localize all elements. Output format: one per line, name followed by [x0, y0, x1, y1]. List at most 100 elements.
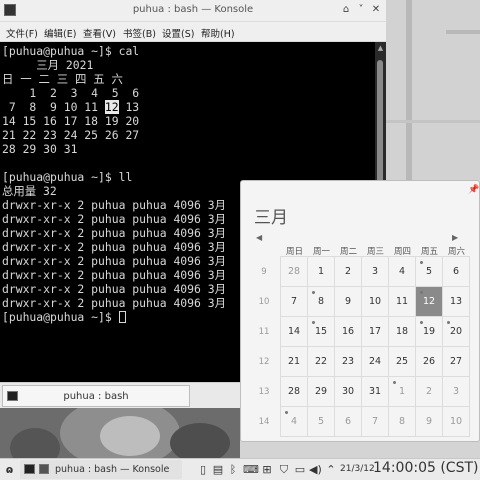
terminal-text: 13	[118, 100, 140, 114]
calendar-day[interactable]: 1	[389, 377, 416, 407]
calendar-day[interactable]: 2	[416, 377, 443, 407]
terminal-line: 28 29 30 31	[2, 142, 78, 156]
keyboard-icon[interactable]: ⌨	[243, 463, 259, 476]
day-number: 6	[344, 416, 352, 427]
tab-puhua-bash[interactable]: puhua : bash	[2, 385, 190, 407]
terminal-text: 7 8 9 10 11	[2, 100, 105, 114]
launcher-icon[interactable]: ɷ	[3, 463, 16, 476]
network-icon[interactable]: ⊞	[260, 463, 274, 476]
day-number: 14	[287, 326, 301, 337]
pin-icon[interactable]: 📌	[468, 185, 479, 195]
calendar-day[interactable]: 1	[308, 257, 335, 287]
minimize-button[interactable]: ˅	[355, 4, 367, 16]
calendar-day[interactable]: 10	[362, 287, 389, 317]
calendar-day[interactable]: 3	[443, 377, 470, 407]
weekday-label: 周一	[312, 247, 330, 257]
day-number: 12	[422, 296, 436, 307]
menu-view[interactable]: 查看(V)	[83, 26, 116, 40]
calendar-day[interactable]: 26	[416, 347, 443, 377]
event-dot-icon	[420, 321, 423, 324]
shield-icon[interactable]: ⛉	[278, 463, 290, 476]
calendar-day[interactable]: 5	[416, 257, 443, 287]
day-number: 2	[344, 266, 352, 277]
calendar-day[interactable]: 9	[416, 407, 443, 437]
calendar-day[interactable]: 28	[281, 377, 308, 407]
keep-above-icon[interactable]: ⌂	[340, 4, 352, 16]
next-month-icon[interactable]: ▶	[452, 233, 458, 242]
day-number: 4	[398, 266, 406, 277]
menu-edit[interactable]: 编辑(E)	[44, 26, 76, 40]
day-number: 23	[341, 356, 355, 367]
taskbar-clock[interactable]: 14:00:05 (CST)	[373, 460, 478, 476]
chevron-up-icon[interactable]: ⌃	[326, 463, 336, 476]
weekday-label: 周六	[447, 247, 465, 257]
day-number: 19	[422, 326, 436, 337]
calendar-day[interactable]: 18	[389, 317, 416, 347]
calendar-day[interactable]: 27	[443, 347, 470, 377]
day-number: 8	[317, 296, 325, 307]
terminal-prompt: [puhua@puhua ~]$	[2, 310, 119, 324]
menu-file[interactable]: 文件(F)	[6, 26, 38, 40]
day-number: 28	[287, 266, 301, 277]
calendar-day[interactable]: 20	[443, 317, 470, 347]
menu-settings[interactable]: 设置(S)	[162, 26, 194, 40]
calendar-day[interactable]: 15	[308, 317, 335, 347]
calendar-day[interactable]: 6	[443, 257, 470, 287]
calendar-day[interactable]: 19	[416, 317, 443, 347]
volume-icon[interactable]: ◀)	[309, 463, 322, 476]
day-number: 1	[317, 266, 325, 277]
calendar-day[interactable]: 9	[335, 287, 362, 317]
calendar-day[interactable]: 10	[443, 407, 470, 437]
calendar-day[interactable]: 28	[281, 257, 308, 287]
day-number: 6	[452, 266, 460, 277]
calendar-day[interactable]: 23	[335, 347, 362, 377]
calendar-day-today[interactable]: 12	[416, 287, 443, 317]
calendar-day[interactable]: 25	[389, 347, 416, 377]
scroll-up-icon[interactable]: ▲	[375, 44, 386, 56]
calendar-day[interactable]: 30	[335, 377, 362, 407]
calendar-day[interactable]: 21	[281, 347, 308, 377]
calendar-day[interactable]: 11	[389, 287, 416, 317]
folder-icon[interactable]: ▭	[294, 463, 306, 476]
day-number: 4	[290, 416, 298, 427]
calendar-day[interactable]: 3	[362, 257, 389, 287]
calendar-day[interactable]: 16	[335, 317, 362, 347]
calendar-day[interactable]: 5	[308, 407, 335, 437]
calendar-day[interactable]: 31	[362, 377, 389, 407]
week-number: 10	[258, 297, 270, 307]
menu-bookmarks[interactable]: 书签(B)	[123, 26, 156, 40]
calendar-day[interactable]: 2	[335, 257, 362, 287]
close-button[interactable]: ✕	[370, 4, 382, 16]
calendar-day[interactable]: 29	[308, 377, 335, 407]
calendar-day[interactable]: 24	[362, 347, 389, 377]
event-dot-icon	[420, 261, 423, 264]
previous-month-icon[interactable]: ◀	[256, 233, 262, 242]
weekday-label: 周三	[366, 247, 384, 257]
calendar-day[interactable]: 7	[362, 407, 389, 437]
calendar-day[interactable]: 8	[308, 287, 335, 317]
taskbar-date[interactable]: 21/3/12	[340, 464, 375, 474]
calendar-month-title[interactable]: 三月	[254, 203, 288, 228]
calendar-day[interactable]: 6	[335, 407, 362, 437]
day-number: 5	[317, 416, 325, 427]
week-number: 13	[258, 387, 270, 397]
task-app-icon	[39, 464, 49, 474]
calendar-day[interactable]: 17	[362, 317, 389, 347]
calendar-day[interactable]: 7	[281, 287, 308, 317]
calendar-day[interactable]: 4	[281, 407, 308, 437]
bluetooth-icon[interactable]: ᛒ	[228, 463, 238, 476]
phone-icon[interactable]: ▯	[198, 463, 208, 476]
taskbar-task-konsole[interactable]: puhua : bash — Konsole	[20, 460, 182, 479]
calendar-day[interactable]: 4	[389, 257, 416, 287]
day-number: 31	[368, 386, 382, 397]
calendar-day[interactable]: 14	[281, 317, 308, 347]
menu-help[interactable]: 帮助(H)	[201, 26, 235, 40]
day-number: 10	[449, 416, 463, 427]
day-number: 24	[368, 356, 382, 367]
calendar-day[interactable]: 13	[443, 287, 470, 317]
window-title-bar[interactable]: puhua : bash — Konsole ⌂ ˅ ✕	[0, 0, 386, 22]
weekday-label: 周四	[393, 247, 411, 257]
calendar-day[interactable]: 8	[389, 407, 416, 437]
clipboard-icon[interactable]: ▤	[212, 463, 224, 476]
calendar-day[interactable]: 22	[308, 347, 335, 377]
